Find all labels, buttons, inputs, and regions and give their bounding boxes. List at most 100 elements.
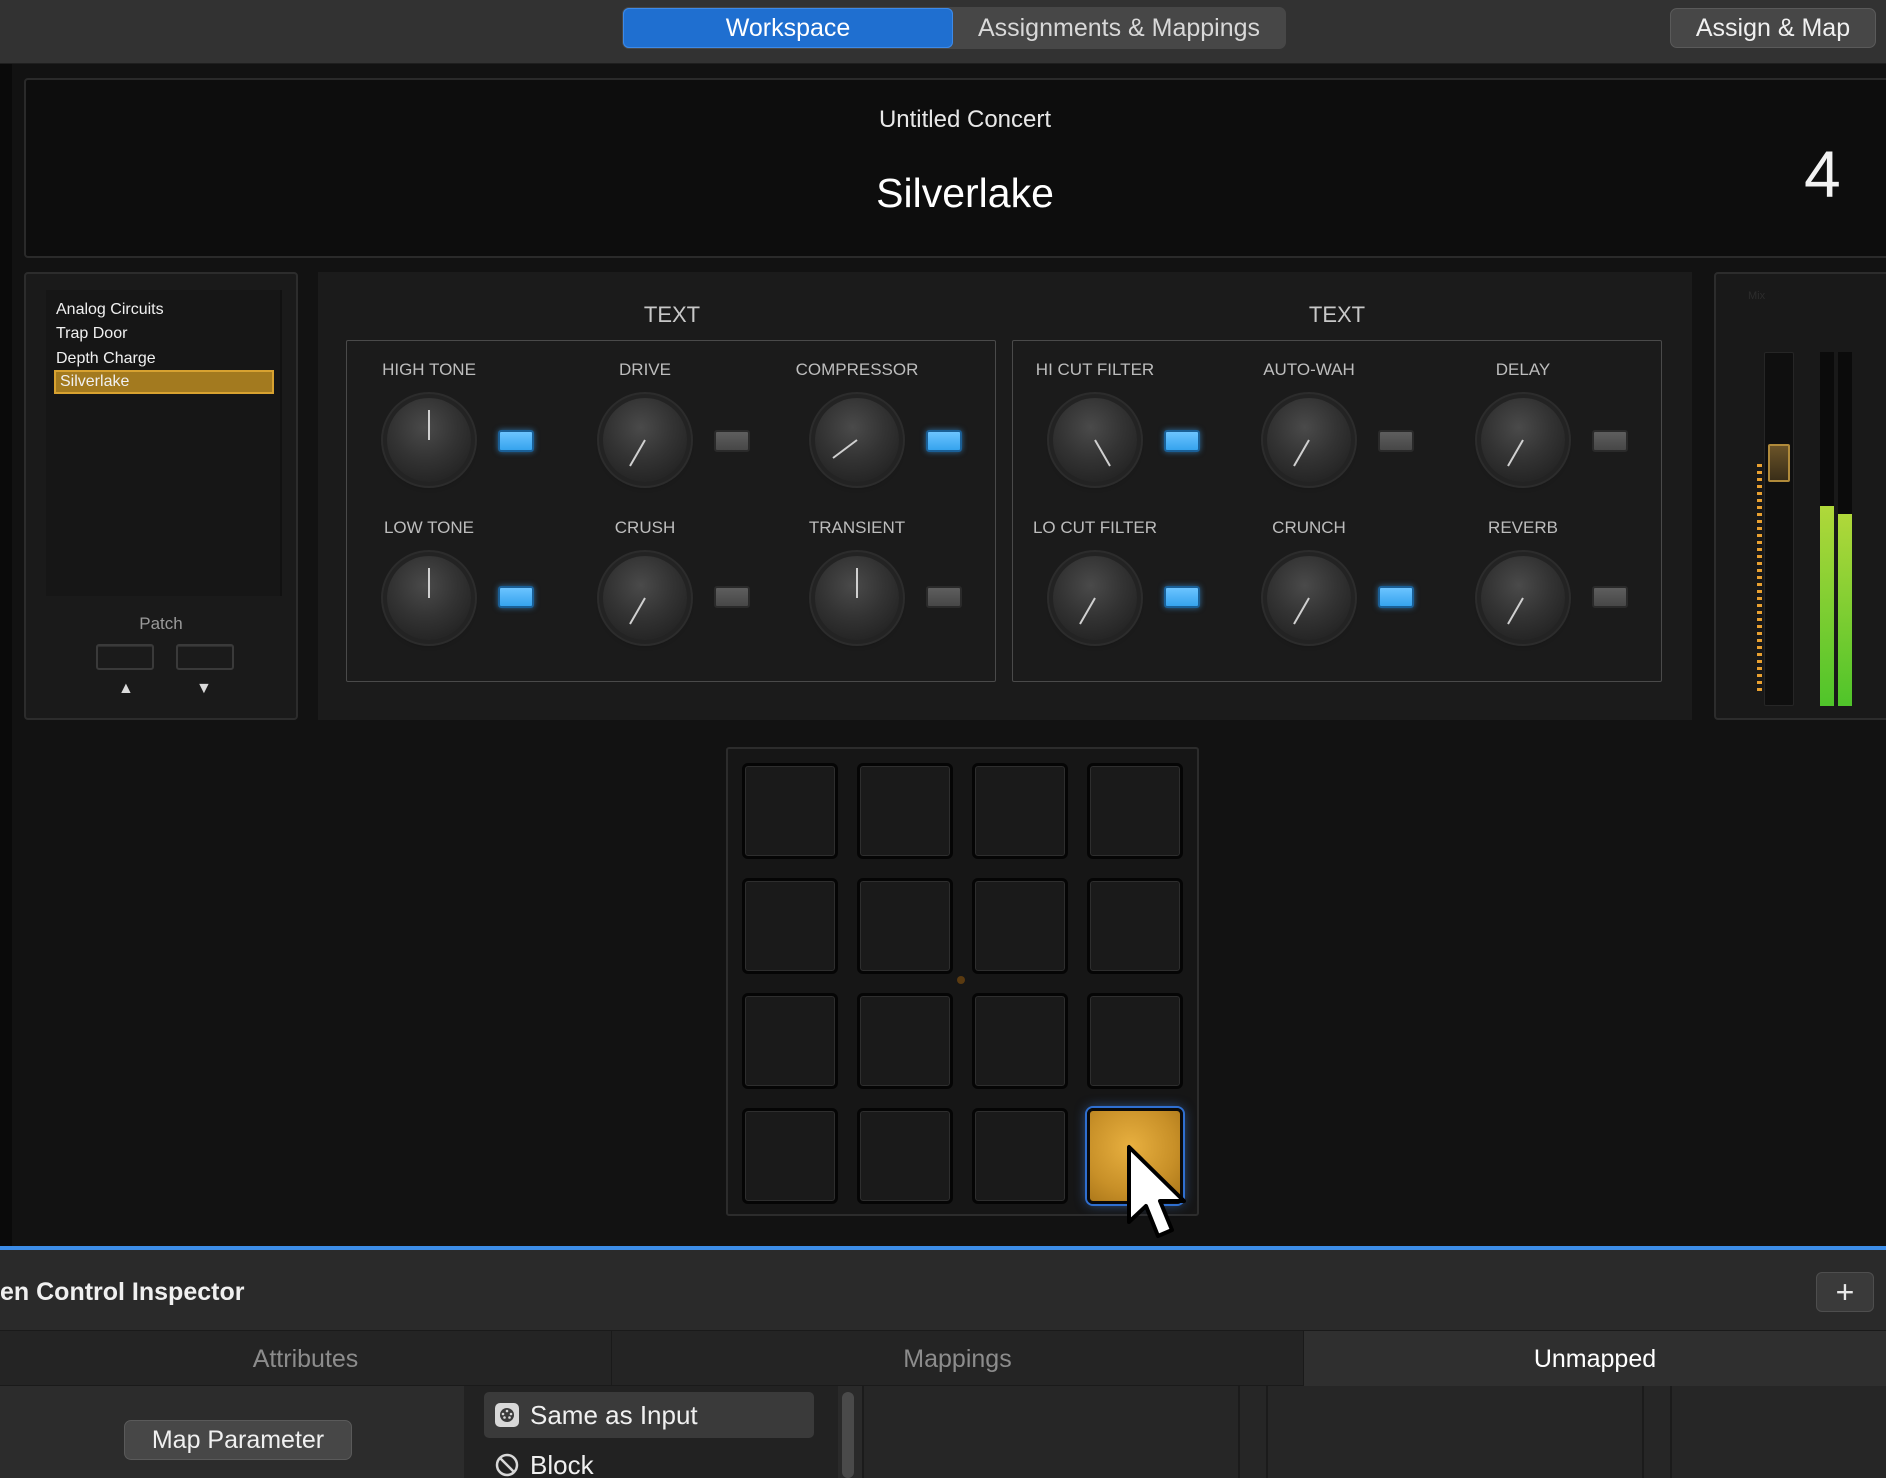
knob-hi-cut-filter[interactable] xyxy=(1053,398,1137,482)
tab-assignments-mappings[interactable]: Assignments & Mappings xyxy=(953,8,1285,48)
drum-pad[interactable] xyxy=(857,878,953,974)
mixer-strip: Mix xyxy=(1714,272,1886,720)
knob-label: DRIVE xyxy=(619,360,671,379)
mix-label: Mix xyxy=(1748,290,1766,302)
patch-item[interactable]: Analog Circuits xyxy=(56,298,164,322)
level-meter-left xyxy=(1820,352,1834,706)
knob-auto-wah[interactable] xyxy=(1267,398,1351,482)
mouse-pointer-icon xyxy=(1127,1145,1186,1238)
patch-previous-button[interactable] xyxy=(96,644,154,670)
inspector-body: Map Parameter Same as Input Block xyxy=(0,1386,1886,1478)
led-delay[interactable] xyxy=(1592,430,1628,452)
led-drive[interactable] xyxy=(714,430,750,452)
knob-high-tone[interactable] xyxy=(387,398,471,482)
led-transient[interactable] xyxy=(926,586,962,608)
drum-pad[interactable] xyxy=(742,763,838,859)
knob-lo-cut-filter[interactable] xyxy=(1053,556,1137,640)
tab-attributes[interactable]: Attributes xyxy=(0,1331,612,1387)
volume-fader[interactable] xyxy=(1764,352,1794,706)
mapping-list-separator xyxy=(1238,1386,1266,1478)
header-panel: Untitled Concert Silverlake 4 xyxy=(24,78,1886,258)
knob-label: COMPRESSOR xyxy=(795,360,919,379)
mapping-list-separator xyxy=(1642,1386,1670,1478)
tab-mappings[interactable]: Mappings xyxy=(612,1331,1304,1387)
concert-name: Untitled Concert xyxy=(878,106,1052,133)
option-label: Same as Input xyxy=(530,1399,698,1430)
level-meter-right xyxy=(1838,352,1852,706)
inspector-tabs: Attributes Mappings Unmapped xyxy=(0,1330,1886,1387)
fader-handle[interactable] xyxy=(1768,444,1790,482)
led-reverb[interactable] xyxy=(1592,586,1628,608)
drum-pad[interactable] xyxy=(857,1108,953,1204)
drum-pad[interactable] xyxy=(972,763,1068,859)
tab-workspace[interactable]: Workspace xyxy=(623,8,953,48)
drum-pad[interactable] xyxy=(1087,763,1183,859)
patch-next-button[interactable] xyxy=(176,644,234,670)
map-parameter-button[interactable]: Map Parameter xyxy=(124,1420,352,1460)
knob-label: REVERB xyxy=(1488,518,1558,537)
knob-transient[interactable] xyxy=(815,556,899,640)
drum-pad[interactable] xyxy=(1087,878,1183,974)
toolbar: Workspace Assignments & Mappings Assign … xyxy=(0,0,1886,64)
patch-item-selected[interactable]: Silverlake xyxy=(54,370,274,394)
led-crush[interactable] xyxy=(714,586,750,608)
knob-crunch[interactable] xyxy=(1267,556,1351,640)
drum-pad[interactable] xyxy=(1087,993,1183,1089)
knob-compressor[interactable] xyxy=(815,398,899,482)
led-low-tone[interactable] xyxy=(498,586,534,608)
knob-label: HI CUT FILTER xyxy=(1035,360,1155,379)
patch-list-panel: Analog Circuits Trap Door Depth Charge S… xyxy=(24,272,298,720)
assign-map-button[interactable]: Assign & Map xyxy=(1670,8,1876,48)
up-arrow-icon: ▲ xyxy=(118,680,134,697)
drum-pad[interactable] xyxy=(857,993,953,1089)
patch-item[interactable]: Depth Charge xyxy=(56,347,156,371)
screen-control-inspector: en Control Inspector + Attributes Mappin… xyxy=(0,1250,1886,1478)
left-edge-strip xyxy=(0,64,12,1246)
led-compressor[interactable] xyxy=(926,430,962,452)
inspector-title: en Control Inspector xyxy=(0,1278,245,1306)
midi-port-icon xyxy=(494,1402,520,1428)
drum-pad[interactable] xyxy=(742,1108,838,1204)
knob-reverb[interactable] xyxy=(1481,556,1565,640)
led-high-tone[interactable] xyxy=(498,430,534,452)
knob-label: CRUNCH xyxy=(1272,518,1346,537)
knob-label: DELAY xyxy=(1495,360,1551,379)
option-same-as-input[interactable]: Same as Input xyxy=(484,1392,814,1438)
option-label: Block xyxy=(530,1449,594,1478)
drum-pad[interactable] xyxy=(972,878,1068,974)
drum-pad[interactable] xyxy=(972,1108,1068,1204)
patch-name: Silverlake xyxy=(876,170,1054,216)
led-hi-cut-filter[interactable] xyxy=(1164,430,1200,452)
add-button[interactable]: + xyxy=(1816,1272,1874,1312)
drum-pad[interactable] xyxy=(742,878,838,974)
knob-crush[interactable] xyxy=(603,556,687,640)
knob-low-tone[interactable] xyxy=(387,556,471,640)
group-title: TEXT xyxy=(643,302,701,327)
fader-scale xyxy=(1757,464,1762,692)
patch-number: 4 xyxy=(1804,137,1841,211)
led-auto-wah[interactable] xyxy=(1378,430,1414,452)
grid-center-dot xyxy=(957,976,965,984)
group-title: TEXT xyxy=(1308,302,1366,327)
mapping-list-column[interactable] xyxy=(1670,1386,1886,1478)
tab-unmapped[interactable]: Unmapped xyxy=(1304,1331,1886,1387)
option-block[interactable]: Block xyxy=(484,1442,814,1478)
led-crunch[interactable] xyxy=(1378,586,1414,608)
options-scrollbar[interactable] xyxy=(842,1392,854,1478)
output-options-list: Same as Input Block xyxy=(464,1386,838,1478)
block-icon xyxy=(494,1452,520,1478)
smart-controls-area: TEXT HIGH TONE DRIVE COMPRESSOR LOW TONE… xyxy=(318,272,1692,720)
knob-label: HIGH TONE xyxy=(382,360,476,379)
mapping-list-column[interactable] xyxy=(862,1386,1238,1478)
view-segmented-control: Workspace Assignments & Mappings xyxy=(622,7,1286,49)
drum-pad[interactable] xyxy=(972,993,1068,1089)
drum-pad[interactable] xyxy=(742,993,838,1089)
patch-item[interactable]: Trap Door xyxy=(56,322,127,346)
knob-delay[interactable] xyxy=(1481,398,1565,482)
drum-pad[interactable] xyxy=(857,763,953,859)
led-lo-cut-filter[interactable] xyxy=(1164,586,1200,608)
knob-drive[interactable] xyxy=(603,398,687,482)
knob-label: LOW TONE xyxy=(383,518,475,537)
knob-label: LO CUT FILTER xyxy=(1032,518,1158,537)
mapping-list-column[interactable] xyxy=(1266,1386,1642,1478)
